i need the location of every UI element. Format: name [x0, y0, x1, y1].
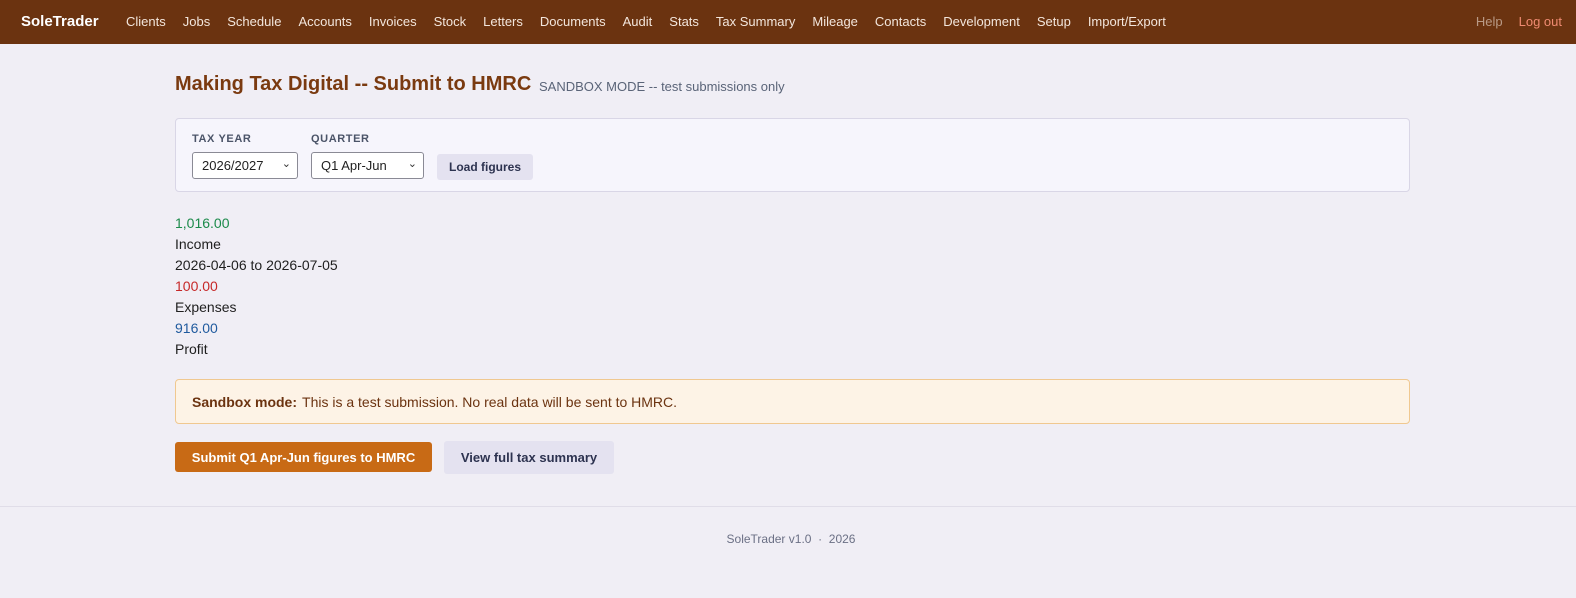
nav-link-import-export[interactable]: Import/Export — [1088, 14, 1166, 29]
profit-value: 916.00 — [175, 320, 218, 336]
nav-link-setup[interactable]: Setup — [1037, 14, 1071, 29]
nav-link-audit[interactable]: Audit — [623, 14, 653, 29]
tax-year-label: TAX YEAR — [192, 133, 252, 145]
nav-link-documents[interactable]: Documents — [540, 14, 606, 29]
nav-link-letters[interactable]: Letters — [483, 14, 523, 29]
expenses-value: 100.00 — [175, 278, 218, 294]
alert-strong: Sandbox mode: — [192, 393, 298, 410]
nav-links: Clients Jobs Schedule Accounts Invoices … — [126, 14, 1183, 29]
profit-label: Profit — [175, 341, 208, 357]
filter-panel: TAX YEAR 2026/2027 ⌄ QUARTER Q1 Apr-Jun … — [175, 118, 1410, 192]
alert-text: This is a test submission. No real data … — [302, 393, 678, 410]
logout-link[interactable]: Log out — [1519, 14, 1562, 29]
quarter-value: Q1 Apr-Jun — [321, 158, 387, 173]
tax-year-select[interactable]: 2026/2027 ⌄ — [192, 152, 298, 179]
period-range: 2026-04-06 to 2026-07-05 — [175, 257, 338, 273]
nav-right: Help Log out — [1476, 14, 1562, 29]
page-title: Making Tax Digital -- Submit to HMRC — [175, 73, 532, 95]
help-link[interactable]: Help — [1476, 14, 1503, 29]
quarter-label: QUARTER — [311, 133, 370, 145]
nav-link-jobs[interactable]: Jobs — [183, 14, 210, 29]
income-label: Income — [175, 236, 221, 252]
tax-year-value: 2026/2027 — [202, 158, 264, 173]
nav-link-clients[interactable]: Clients — [126, 14, 166, 29]
nav-link-tax-summary[interactable]: Tax Summary — [716, 14, 795, 29]
top-nav: SoleTrader Clients Jobs Schedule Account… — [0, 0, 1576, 44]
sandbox-alert: Sandbox mode: This is a test submission.… — [175, 379, 1410, 424]
chevron-down-icon: ⌄ — [407, 158, 417, 170]
load-figures-button[interactable]: Load figures — [437, 154, 533, 180]
expenses-label: Expenses — [175, 299, 237, 315]
nav-link-mileage[interactable]: Mileage — [812, 14, 858, 29]
nav-link-invoices[interactable]: Invoices — [369, 14, 417, 29]
nav-link-stats[interactable]: Stats — [669, 14, 699, 29]
quarter-select[interactable]: Q1 Apr-Jun ⌄ — [311, 152, 424, 179]
footer-divider — [0, 506, 1576, 507]
income-value: 1,016.00 — [175, 215, 230, 231]
nav-link-schedule[interactable]: Schedule — [227, 14, 281, 29]
nav-link-stock[interactable]: Stock — [434, 14, 467, 29]
submit-to-hmrc-button[interactable]: Submit Q1 Apr-Jun figures to HMRC — [175, 442, 432, 472]
nav-link-development[interactable]: Development — [943, 14, 1020, 29]
nav-link-accounts[interactable]: Accounts — [298, 14, 351, 29]
footer-text: SoleTrader v1.0 · 2026 — [726, 532, 856, 546]
view-tax-summary-button[interactable]: View full tax summary — [444, 441, 614, 474]
brand-logo[interactable]: SoleTrader — [21, 13, 99, 30]
sandbox-subtitle: SANDBOX MODE -- test submissions only — [539, 79, 785, 94]
nav-link-contacts[interactable]: Contacts — [875, 14, 926, 29]
chevron-down-icon: ⌄ — [281, 158, 291, 170]
